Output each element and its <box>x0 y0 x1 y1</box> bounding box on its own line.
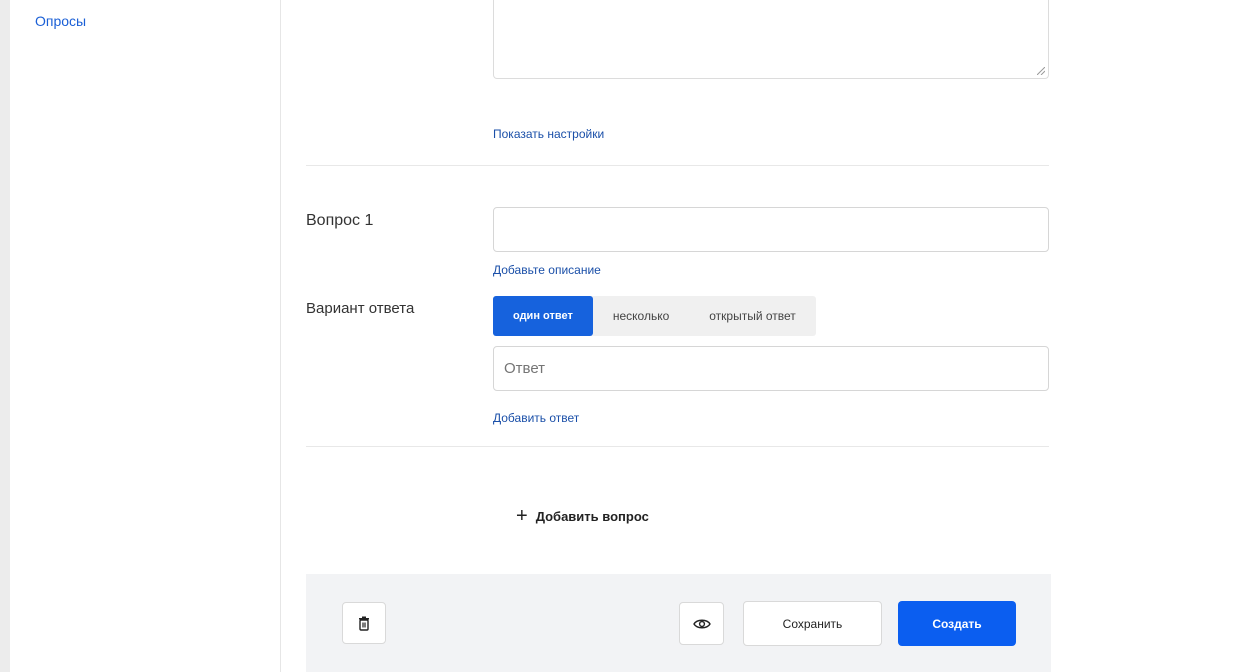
answer-type-open[interactable]: открытый ответ <box>689 296 816 336</box>
question-title-input[interactable] <box>493 207 1049 252</box>
create-button[interactable]: Создать <box>898 601 1016 646</box>
add-description-link[interactable]: Добавьте описание <box>493 263 601 277</box>
add-question-label: Добавить вопрос <box>535 508 649 524</box>
show-settings-link[interactable]: Показать настройки <box>493 127 604 141</box>
answer-type-label: Вариант ответа <box>306 300 415 317</box>
answer-type-single[interactable]: один ответ <box>493 296 593 336</box>
add-answer-link[interactable]: Добавить ответ <box>493 411 579 425</box>
left-border-strip <box>0 0 10 672</box>
resize-grip-icon[interactable] <box>1037 67 1045 75</box>
description-textarea[interactable] <box>493 0 1049 79</box>
delete-button[interactable] <box>342 602 386 644</box>
answer-type-toggle: один ответ несколько открытый ответ <box>493 296 816 336</box>
eye-icon <box>692 618 711 630</box>
section-divider <box>306 446 1049 447</box>
add-question-button[interactable]: + Добавить вопрос <box>516 505 649 527</box>
preview-button[interactable] <box>679 602 724 645</box>
answer-type-multiple[interactable]: несколько <box>593 296 689 336</box>
save-button[interactable]: Сохранить <box>743 601 882 646</box>
sidebar-divider <box>280 0 281 672</box>
trash-icon <box>358 616 370 631</box>
answer-input[interactable] <box>493 346 1049 391</box>
action-bar: Сохранить Создать <box>306 574 1051 672</box>
sidebar-item-polls[interactable]: Опросы <box>35 13 86 29</box>
section-divider <box>306 165 1049 166</box>
question-label: Вопрос 1 <box>306 212 374 229</box>
plus-icon: + <box>516 505 528 527</box>
